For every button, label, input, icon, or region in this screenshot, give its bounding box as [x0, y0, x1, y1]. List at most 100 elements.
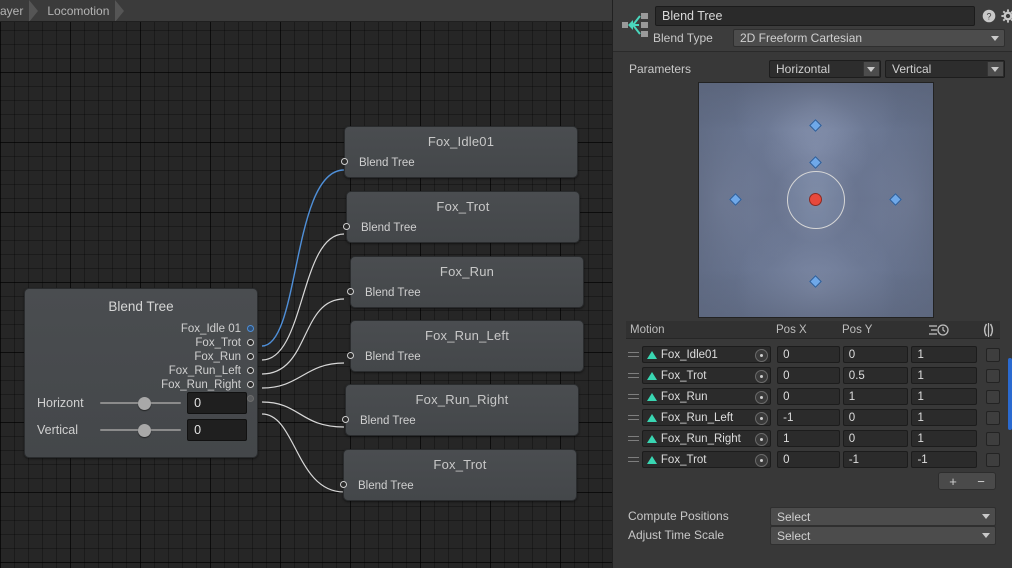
pos-y-input[interactable]: 0 — [842, 346, 909, 363]
speed-input[interactable]: 1 — [911, 367, 978, 384]
speed-input[interactable]: -1 — [911, 451, 978, 468]
blend-tree-node[interactable]: Blend Tree Fox_Idle 01 Fox_Trot Fox_Run … — [24, 288, 258, 458]
pos-x-input[interactable]: 0 — [777, 451, 840, 468]
state-node-fox-run-right[interactable]: Fox_Run_Right Blend Tree — [342, 384, 579, 436]
gear-icon[interactable] — [1001, 9, 1012, 23]
state-node-subtitle: Blend Tree — [360, 415, 416, 427]
node-param-horizontal-value[interactable]: 0 — [187, 392, 247, 414]
state-input-port[interactable] — [342, 416, 349, 423]
speed-input[interactable]: 1 — [911, 409, 978, 426]
parameter-x-value: Horizontal — [776, 62, 831, 76]
node-param-vertical-row: Vertical 0 — [37, 418, 247, 442]
node-output-label: Fox_Idle 01 — [180, 323, 241, 335]
object-picker-icon[interactable] — [755, 391, 769, 404]
mirror-checkbox[interactable] — [986, 452, 1000, 467]
node-param-vertical-slider[interactable] — [100, 423, 182, 437]
motion-field[interactable]: Fox_Run_Right — [641, 430, 772, 447]
pos-x-input[interactable]: 0 — [777, 388, 840, 405]
state-node-fox-trot-2[interactable]: Fox_Trot Blend Tree — [340, 449, 577, 501]
node-param-vertical-value[interactable]: 0 — [187, 419, 247, 441]
help-icon[interactable]: ? — [982, 9, 996, 23]
add-remove-button-group[interactable]: + − — [938, 472, 996, 490]
speed-clock-icon — [929, 324, 949, 336]
table-row[interactable]: Fox_Idle01 0 0 1 — [626, 344, 1000, 365]
mirror-checkbox[interactable] — [986, 431, 1000, 446]
motion-field[interactable]: Fox_Trot — [641, 367, 772, 384]
output-port-dot[interactable] — [247, 325, 254, 332]
motion-field[interactable]: Fox_Trot — [641, 451, 772, 468]
breadcrumb-item-layer[interactable]: ayer — [0, 0, 39, 21]
mirror-checkbox[interactable] — [986, 347, 1000, 362]
object-picker-icon[interactable] — [755, 370, 769, 383]
table-row[interactable]: Fox_Trot 0 0.5 1 — [626, 365, 1000, 386]
row-drag-handle[interactable] — [626, 436, 642, 441]
node-output-fox-run-right[interactable]: Fox_Run_Right — [25, 378, 257, 392]
speed-input[interactable]: 1 — [911, 346, 978, 363]
pos-y-input[interactable]: 0 — [842, 430, 909, 447]
output-port-dot[interactable] — [247, 353, 254, 360]
node-output-fox-run-left[interactable]: Fox_Run_Left — [25, 364, 257, 378]
state-input-port[interactable] — [341, 158, 348, 165]
animator-graph-canvas[interactable]: ayer Locomotion Blend Tree Fox_Idle 01 F… — [0, 0, 612, 568]
pos-x-input[interactable]: 1 — [777, 430, 840, 447]
blend-type-dropdown[interactable]: 2D Freeform Cartesian — [733, 29, 1005, 47]
motion-field[interactable]: Fox_Idle01 — [641, 346, 772, 363]
motion-field[interactable]: Fox_Run — [641, 388, 772, 405]
row-drag-handle[interactable] — [626, 457, 642, 462]
table-row[interactable]: Fox_Run_Right 1 0 1 — [626, 428, 1000, 449]
output-port-dot[interactable] — [247, 367, 254, 374]
motion-field[interactable]: Fox_Run_Left — [641, 409, 772, 426]
adjust-time-scale-dropdown[interactable]: Select — [770, 526, 996, 545]
pos-x-input[interactable]: 0 — [777, 346, 840, 363]
mirror-checkbox[interactable] — [986, 389, 1000, 404]
object-picker-icon[interactable] — [755, 349, 769, 362]
state-input-port[interactable] — [347, 288, 354, 295]
state-node-fox-idle01[interactable]: Fox_Idle01 Blend Tree — [341, 126, 578, 178]
inspector-scrollbar[interactable] — [1008, 358, 1012, 430]
pos-x-input[interactable]: -1 — [777, 409, 840, 426]
remove-motion-button[interactable]: − — [977, 475, 985, 488]
pos-y-input[interactable]: 0.5 — [842, 367, 909, 384]
pos-y-input[interactable]: 1 — [842, 388, 909, 405]
object-picker-icon[interactable] — [755, 412, 769, 425]
slider-knob[interactable] — [138, 397, 152, 410]
output-port-dot[interactable] — [247, 395, 254, 402]
speed-input[interactable]: 1 — [911, 388, 978, 405]
state-node-fox-trot-1[interactable]: Fox_Trot Blend Tree — [343, 191, 580, 243]
speed-input[interactable]: 1 — [911, 430, 978, 447]
table-row[interactable]: Fox_Trot 0 -1 -1 — [626, 449, 1000, 470]
state-node-fox-run-left[interactable]: Fox_Run_Left Blend Tree — [347, 320, 584, 372]
compute-positions-dropdown[interactable]: Select — [770, 507, 996, 526]
row-drag-handle[interactable] — [626, 352, 642, 357]
object-picker-icon[interactable] — [755, 454, 769, 467]
state-input-port[interactable] — [343, 223, 350, 230]
output-port-dot[interactable] — [247, 381, 254, 388]
pos-y-input[interactable]: 0 — [842, 409, 909, 426]
table-row[interactable]: Fox_Run 0 1 1 — [626, 386, 1000, 407]
object-picker-icon[interactable] — [755, 433, 769, 446]
mirror-checkbox[interactable] — [986, 368, 1000, 383]
breadcrumb-item-locomotion[interactable]: Locomotion — [37, 0, 125, 21]
blend-graph-preview[interactable] — [698, 82, 934, 318]
node-output-fox-run[interactable]: Fox_Run — [25, 350, 257, 364]
state-node-fox-run[interactable]: Fox_Run Blend Tree — [347, 256, 584, 308]
parameter-y-dropdown[interactable]: Vertical — [885, 60, 1005, 78]
blend-tree-name-input[interactable]: Blend Tree — [655, 6, 975, 26]
row-drag-handle[interactable] — [626, 415, 642, 420]
slider-knob[interactable] — [138, 424, 152, 437]
table-row[interactable]: Fox_Run_Left -1 0 1 — [626, 407, 1000, 428]
parameter-x-dropdown[interactable]: Horizontal — [769, 60, 881, 78]
state-input-port[interactable] — [347, 352, 354, 359]
pos-y-input[interactable]: -1 — [842, 451, 909, 468]
output-port-dot[interactable] — [247, 339, 254, 346]
row-drag-handle[interactable] — [626, 394, 642, 399]
add-motion-button[interactable]: + — [949, 475, 957, 488]
row-drag-handle[interactable] — [626, 373, 642, 378]
blend-cursor-dot[interactable] — [809, 193, 822, 206]
node-param-horizontal-slider[interactable] — [100, 396, 182, 410]
state-input-port[interactable] — [340, 481, 347, 488]
node-output-fox-idle-01[interactable]: Fox_Idle 01 — [25, 322, 257, 336]
pos-x-input[interactable]: 0 — [777, 367, 840, 384]
node-output-fox-trot-1[interactable]: Fox_Trot — [25, 336, 257, 350]
mirror-checkbox[interactable] — [986, 410, 1000, 425]
